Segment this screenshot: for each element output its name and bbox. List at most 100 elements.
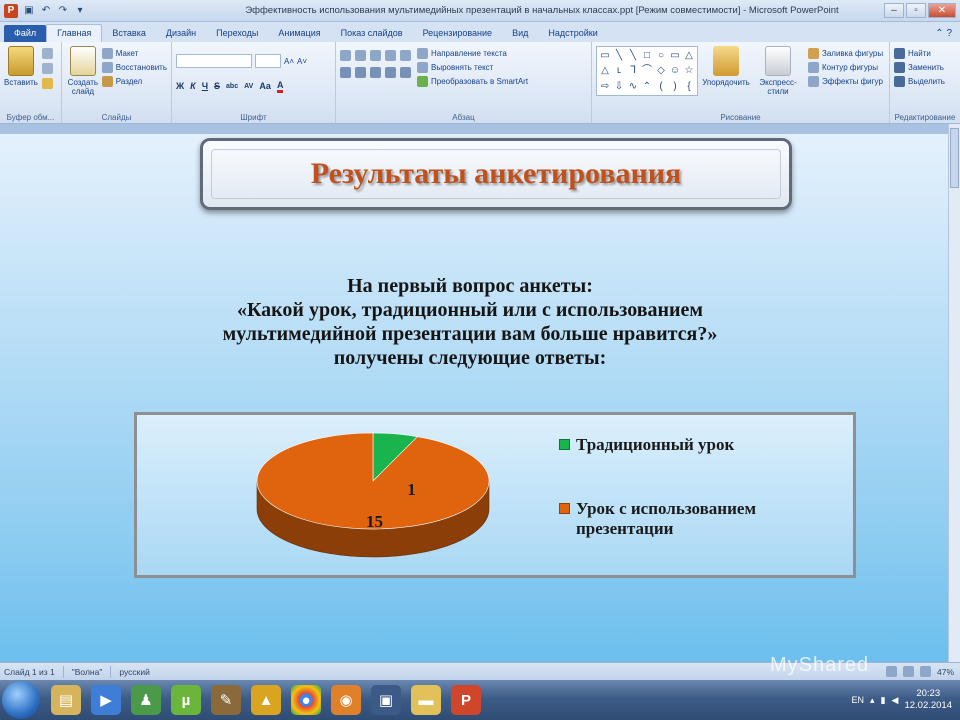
numbering-icon[interactable] [355, 50, 366, 61]
quick-styles-button[interactable]: Экспресс-стили [754, 46, 802, 96]
utorrent-icon[interactable]: µ [171, 685, 201, 715]
copy-icon[interactable] [42, 63, 53, 74]
network-icon[interactable]: ▮ [881, 695, 886, 706]
shape-arrow2-icon[interactable]: ⇩ [613, 80, 625, 93]
vertical-scrollbar[interactable] [948, 124, 960, 662]
media-player-icon[interactable]: ▶ [91, 685, 121, 715]
slide-sorter-icon[interactable] [902, 666, 914, 677]
reset-button[interactable]: Восстановить [101, 60, 167, 74]
format-painter-icon[interactable] [42, 78, 53, 89]
scrollbar-thumb[interactable] [950, 128, 959, 188]
volume-icon[interactable]: ◀ [892, 695, 899, 706]
shape-elbow2-icon[interactable]: ᒣ [627, 64, 639, 77]
normal-view-icon[interactable] [885, 666, 897, 677]
font-name-combo[interactable] [176, 54, 252, 68]
undo-icon[interactable]: ↶ [40, 5, 52, 17]
shape-star-icon[interactable]: ☆ [683, 64, 695, 77]
strikethrough-button[interactable]: S [214, 81, 220, 91]
close-button[interactable]: ✕ [928, 3, 956, 18]
replace-button[interactable]: Заменить [894, 60, 956, 74]
bold-button[interactable]: Ж [176, 81, 184, 91]
tab-home[interactable]: Главная [46, 24, 103, 42]
shape-brace-icon[interactable]: { [683, 80, 695, 93]
smartart-button[interactable]: Преобразовать в SmartArt [417, 74, 528, 88]
reading-view-icon[interactable] [919, 666, 931, 677]
language-indicator[interactable]: русский [119, 667, 150, 677]
shape-effects-button[interactable]: Эффекты фигур [808, 74, 883, 88]
save-icon[interactable]: ▣ [23, 5, 35, 17]
shrink-font-icon[interactable]: A˅ [297, 54, 307, 68]
warning-app-icon[interactable]: ▲ [251, 685, 281, 715]
daemon-tools-icon[interactable]: ✎ [211, 685, 241, 715]
find-button[interactable]: Найти [894, 46, 956, 60]
font-color-button[interactable]: A [276, 80, 284, 93]
shape-paren2-icon[interactable]: ) [669, 80, 681, 93]
tab-addins[interactable]: Надстройки [538, 25, 607, 42]
shape-square-icon[interactable]: □ [641, 49, 653, 62]
paste-button[interactable]: Вставить [4, 46, 38, 89]
arrange-button[interactable]: Упорядочить [702, 46, 750, 96]
char-spacing-button[interactable]: AV [244, 83, 253, 90]
tab-file[interactable]: Файл [4, 25, 47, 42]
cut-icon[interactable] [42, 48, 53, 59]
shape-rect2-icon[interactable]: ▭ [669, 49, 681, 62]
powerpoint-taskbar-icon[interactable]: P [451, 685, 481, 715]
increase-indent-icon[interactable] [385, 50, 396, 61]
tab-transitions[interactable]: Переходы [206, 25, 268, 42]
layout-button[interactable]: Макет [101, 46, 167, 60]
tab-animations[interactable]: Анимация [268, 25, 330, 42]
align-left-icon[interactable] [340, 67, 351, 78]
decrease-indent-icon[interactable] [370, 50, 381, 61]
shapes-gallery[interactable]: ▭ ╲ ╲ □ ○ ▭ △ △ ʟ ᒣ ⌒ ◇ ☺ ☆ ⇨ ⇩ ∿ ⌃(){ [596, 46, 698, 96]
line-spacing-icon[interactable] [400, 50, 411, 61]
question-text[interactable]: На первый вопрос анкеты: «Какой урок, тр… [120, 274, 820, 370]
shape-caret-icon[interactable]: ⌃ [641, 80, 653, 93]
shape-line2-icon[interactable]: ╲ [627, 49, 639, 62]
align-text-button[interactable]: Выровнять текст [417, 60, 528, 74]
shape-wave-icon[interactable]: ∿ [627, 80, 639, 93]
tab-review[interactable]: Рецензирование [413, 25, 503, 42]
explorer-icon[interactable]: ▤ [51, 685, 81, 715]
firefox-icon[interactable]: ◉ [331, 685, 361, 715]
customize-qat-icon[interactable]: ▾ [74, 5, 86, 17]
maximize-button[interactable]: ▫ [906, 3, 926, 18]
zoom-level[interactable]: 47% [937, 667, 954, 677]
section-button[interactable]: Раздел [101, 74, 167, 88]
tab-design[interactable]: Дизайн [156, 25, 206, 42]
shape-tri2-icon[interactable]: △ [599, 64, 611, 77]
shape-rect-icon[interactable]: ▭ [599, 49, 611, 62]
tab-insert[interactable]: Вставка [102, 25, 155, 42]
bullets-icon[interactable] [340, 50, 351, 61]
shape-outline-button[interactable]: Контур фигуры [808, 60, 883, 74]
align-right-icon[interactable] [370, 67, 381, 78]
slide-title-box[interactable]: Результаты анкетирования [200, 138, 792, 210]
shape-paren-icon[interactable]: ( [655, 80, 667, 93]
shape-oct-icon[interactable]: ◇ [655, 64, 667, 77]
new-slide-button[interactable]: Создать слайд [66, 46, 100, 96]
shape-arrow-icon[interactable]: ⇨ [599, 80, 611, 93]
shape-elbow-icon[interactable]: ʟ [613, 64, 625, 77]
minimize-button[interactable]: – [884, 3, 904, 18]
tab-slideshow[interactable]: Показ слайдов [331, 25, 413, 42]
columns-icon[interactable] [400, 67, 411, 78]
folder-icon[interactable]: ▬ [411, 685, 441, 715]
start-button-icon[interactable] [2, 681, 40, 719]
clock[interactable]: 20:23 12.02.2014 [904, 688, 952, 712]
ribbon-minimize-icon[interactable]: ⌃ ? [927, 25, 960, 42]
shape-fill-button[interactable]: Заливка фигуры [808, 46, 883, 60]
align-center-icon[interactable] [355, 67, 366, 78]
save-disk-icon[interactable]: ▣ [371, 685, 401, 715]
language-switch[interactable]: EN [852, 695, 865, 705]
tab-view[interactable]: Вид [502, 25, 538, 42]
slide-canvas[interactable]: Результаты анкетирования На первый вопро… [0, 134, 948, 662]
select-button[interactable]: Выделить [894, 74, 956, 88]
shape-smile-icon[interactable]: ☺ [669, 64, 681, 77]
shadow-button[interactable]: abc [226, 83, 238, 90]
underline-button[interactable]: Ч [202, 81, 208, 91]
shape-line-icon[interactable]: ╲ [613, 49, 625, 62]
shape-circle-icon[interactable]: ○ [655, 49, 667, 62]
powerpoint-app-icon[interactable]: P [4, 3, 18, 18]
redo-icon[interactable]: ↷ [57, 5, 69, 17]
tray-arrow-icon[interactable]: ▴ [870, 695, 875, 706]
person-app-icon[interactable]: ♟ [131, 685, 161, 715]
